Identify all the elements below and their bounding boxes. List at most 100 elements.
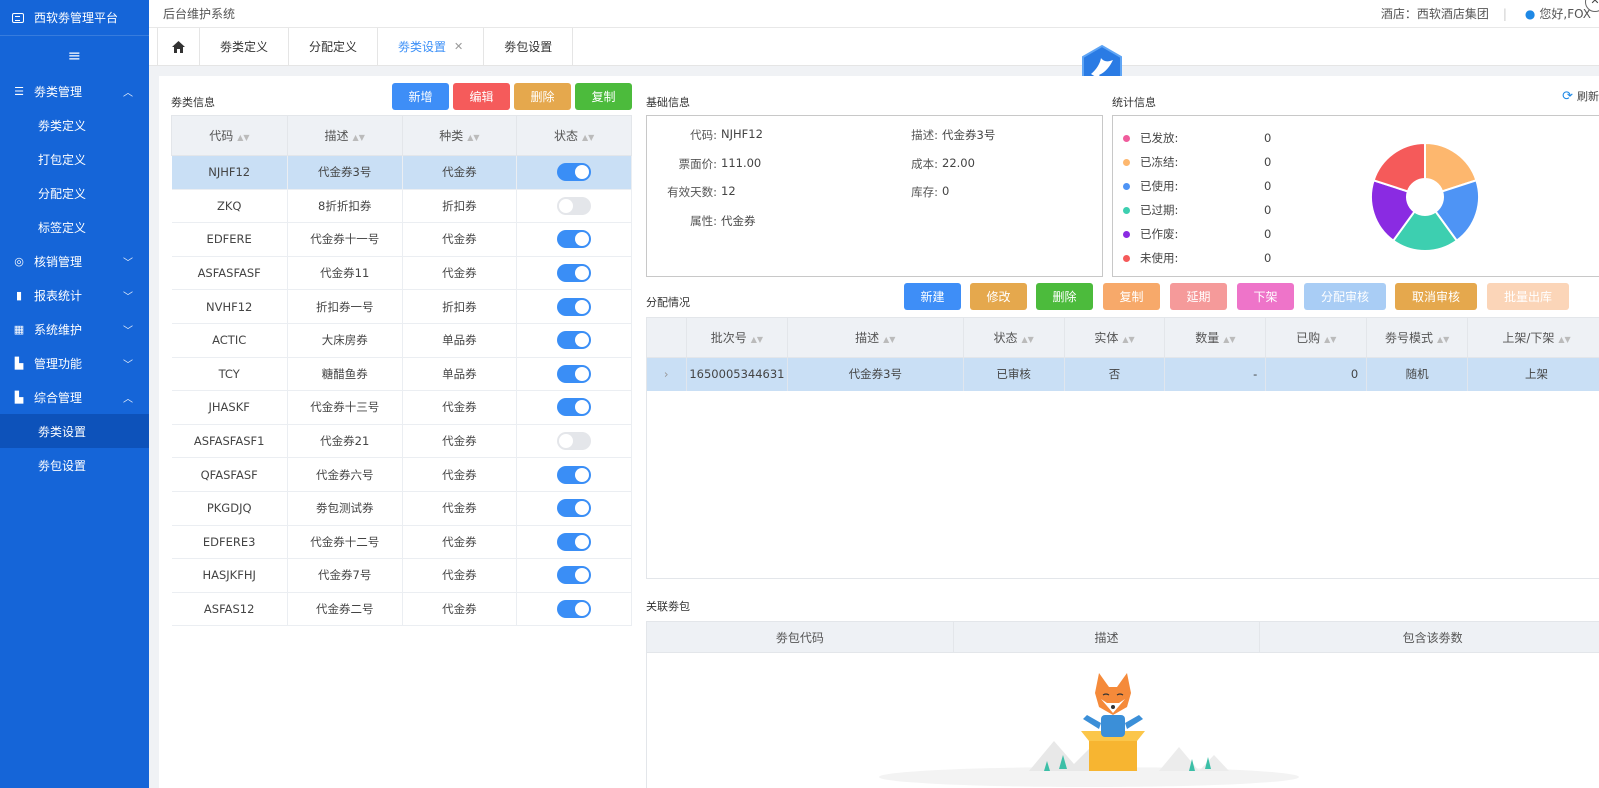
cell-desc: 代金券十三号 [287, 390, 403, 425]
sidebar-item-package-settings[interactable]: 劵包设置 [0, 448, 149, 482]
menu-collapse-button[interactable]: ≡ [0, 36, 149, 74]
packages-table: 劵包代码 描述 包含该劵数 [646, 621, 1599, 653]
status-toggle[interactable] [557, 264, 592, 283]
distribution-button[interactable]: 取消审核 [1395, 283, 1477, 310]
empty-state-fox-illustration [879, 673, 1299, 787]
status-toggle[interactable] [557, 230, 592, 249]
tab-coupon-settings[interactable]: 劵类设置 ✕ [378, 28, 485, 65]
table-row[interactable]: NJHF12 代金券3号 代金券 [171, 155, 632, 190]
table-row[interactable]: TCY 糖醋鱼券 单品券 [171, 357, 632, 392]
expand-chevron-icon[interactable]: › [646, 357, 687, 391]
user-menu[interactable]: ● 您好,FOX [1525, 5, 1591, 22]
status-toggle[interactable] [557, 499, 592, 518]
menu-management-functions[interactable]: ▙ 管理功能 ﹀ [0, 346, 149, 380]
sidebar-item-tag-definition[interactable]: 标签定义 [0, 210, 149, 244]
col-header-desc[interactable]: 描述 [952, 621, 1261, 653]
status-toggle[interactable] [557, 331, 592, 350]
stat-value: 0 [1264, 131, 1272, 145]
tab-close-icon[interactable]: ✕ [454, 40, 463, 53]
table-row[interactable]: HASJKFHJ 代金券7号 代金券 [171, 558, 632, 593]
menu-report-statistics[interactable]: ▮ 报表统计 ﹀ [0, 278, 149, 312]
menu-redemption-management[interactable]: ◎ 核销管理 ﹀ [0, 244, 149, 278]
sidebar-item-coupon-settings[interactable]: 劵类设置 [0, 414, 149, 448]
user-icon: ● [1524, 6, 1536, 21]
cell-desc: 折扣券一号 [287, 289, 403, 324]
cell-code: ZKQ [171, 189, 288, 224]
col-header-bought[interactable]: 已购 ▲▼ [1265, 317, 1368, 358]
cell-kind: 折扣券 [402, 289, 518, 324]
distribution-button[interactable]: 新建 [904, 283, 961, 310]
menu-system-maintenance[interactable]: ▦ 系统维护 ﹀ [0, 312, 149, 346]
stat-value: 0 [1264, 155, 1272, 169]
table-row[interactable]: ASFAS12 代金券二号 代金券 [171, 592, 632, 627]
table-row[interactable]: JHASKF 代金券十三号 代金券 [171, 390, 632, 425]
menu-integrated-management[interactable]: ▙ 综合管理 ︿ [0, 380, 149, 414]
col-header-kind[interactable]: 种类 ▲▼ [401, 115, 518, 156]
distribution-button[interactable]: 下架 [1237, 283, 1294, 310]
tab-coupon-definition[interactable]: 劵类定义 [200, 28, 290, 65]
table-row[interactable]: NVHF12 折扣券一号 折扣券 [171, 289, 632, 324]
tab-allocation-definition[interactable]: 分配定义 [289, 28, 379, 65]
col-header-desc[interactable]: 描述 ▲▼ [286, 115, 403, 156]
status-toggle[interactable] [557, 432, 592, 451]
cell-status [516, 390, 632, 425]
cell-status [516, 222, 632, 257]
status-toggle[interactable] [557, 600, 592, 619]
refresh-button[interactable]: ⟳ 刷新 [1562, 88, 1599, 104]
table-row[interactable]: PKGDJQ 劵包测试券 代金券 [171, 491, 632, 526]
edit-button[interactable]: 编辑 [453, 83, 510, 110]
sidebar-item-pack-definition[interactable]: 打包定义 [0, 142, 149, 176]
col-header-batch[interactable]: 批次号 ▲▼ [685, 317, 788, 358]
status-toggle[interactable] [557, 465, 592, 484]
table-row[interactable]: EDFERE 代金券十一号 代金券 [171, 222, 632, 257]
cell-status [516, 525, 632, 560]
distribution-button[interactable]: 分配审核 [1304, 283, 1386, 310]
status-toggle[interactable] [557, 364, 592, 383]
basic-info-title: 基础信息 [646, 96, 690, 109]
distribution-button[interactable]: 删除 [1036, 283, 1093, 310]
status-toggle[interactable] [557, 398, 592, 417]
tab-package-settings[interactable]: 劵包设置 [484, 28, 574, 65]
col-header-desc[interactable]: 描述 ▲▼ [786, 317, 964, 358]
copy-button[interactable]: 复制 [575, 83, 632, 110]
col-header-entity[interactable]: 实体 ▲▼ [1063, 317, 1166, 358]
sidebar-item-coupon-definition[interactable]: 劵类定义 [0, 108, 149, 142]
hamburger-icon: ≡ [67, 45, 82, 65]
col-header-code[interactable]: 代码 ▲▼ [171, 115, 288, 156]
col-header-mode[interactable]: 劵号模式 ▲▼ [1366, 317, 1469, 358]
col-header-package-code[interactable]: 劵包代码 [646, 621, 954, 653]
status-toggle[interactable] [557, 566, 592, 585]
distribution-button[interactable]: 延期 [1170, 283, 1227, 310]
status-toggle[interactable] [557, 196, 592, 215]
cell-kind: 折扣券 [402, 189, 518, 224]
col-header-shelf[interactable]: 上架/下架 ▲▼ [1467, 317, 1599, 358]
distribution-button[interactable]: 复制 [1103, 283, 1160, 310]
cell-code: EDFERE3 [171, 525, 288, 560]
cell-kind: 代金券 [402, 558, 518, 593]
tab-home[interactable] [157, 28, 200, 65]
col-header-qty[interactable]: 数量 ▲▼ [1164, 317, 1267, 358]
add-button[interactable]: 新增 [392, 83, 449, 110]
table-row[interactable]: EDFERE3 代金券十二号 代金券 [171, 525, 632, 560]
sidebar-item-allocation-definition[interactable]: 分配定义 [0, 176, 149, 210]
table-row[interactable]: QFASFASF 代金券六号 代金券 [171, 457, 632, 492]
table-row[interactable]: ASFASFASF 代金券11 代金券 [171, 256, 632, 291]
table-row[interactable]: ASFASFASF1 代金券21 代金券 [171, 424, 632, 459]
distribution-button[interactable]: 批量出库 [1487, 283, 1569, 310]
legend-dot [1123, 182, 1130, 190]
col-header-status[interactable]: 状态 ▲▼ [516, 115, 632, 156]
col-header-status[interactable]: 状态 ▲▼ [962, 317, 1065, 358]
status-toggle[interactable] [557, 297, 592, 316]
table-row[interactable]: ZKQ 8折折扣券 折扣券 [171, 189, 632, 224]
distribution-button[interactable]: 修改 [970, 283, 1027, 310]
field-valid-days: 有效天数: 12 [667, 184, 736, 199]
table-row[interactable]: › 1650005344631 代金券3号 已审核 否 - 0 随机 上架 [646, 357, 1599, 391]
cell-desc: 劵包测试券 [287, 491, 403, 526]
brand[interactable]: 西软劵管理平台 [0, 0, 149, 36]
status-toggle[interactable] [557, 163, 592, 182]
menu-coupon-management[interactable]: ☰ 劵类管理 ︿ [0, 74, 149, 108]
delete-button[interactable]: 删除 [514, 83, 571, 110]
col-header-contains[interactable]: 包含该劵数 [1259, 621, 1599, 653]
table-row[interactable]: ACTIC 大床房券 单品券 [171, 323, 632, 358]
status-toggle[interactable] [557, 532, 592, 551]
